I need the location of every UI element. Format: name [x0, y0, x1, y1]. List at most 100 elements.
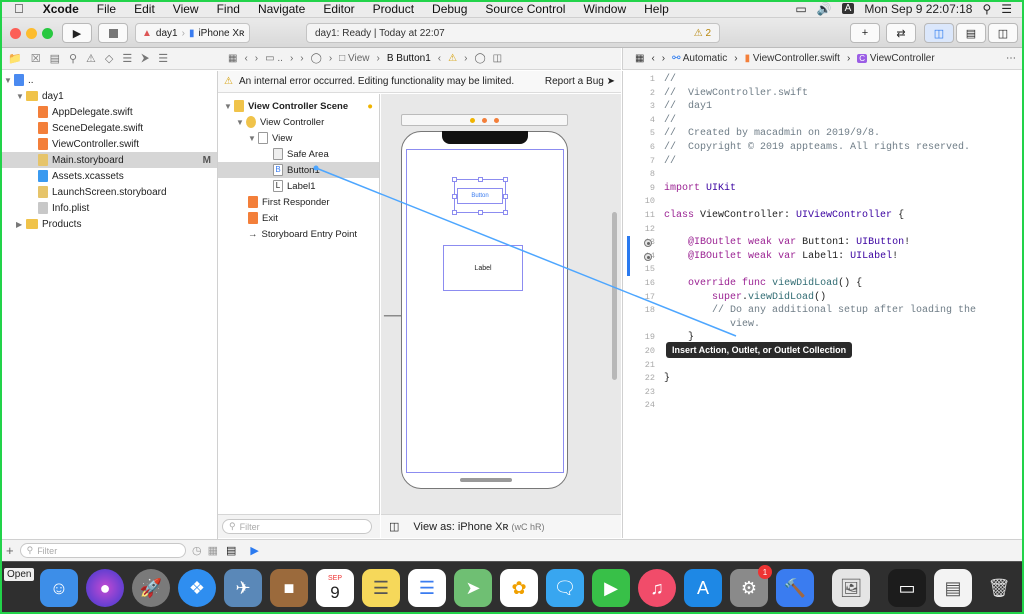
clock[interactable]: Mon Sep 9 22:07:18 [864, 2, 972, 16]
back-chevron-icon[interactable]: ‹ [651, 53, 654, 64]
navigator-filter-input[interactable]: ⚲ Filter [19, 543, 186, 558]
resize-handle[interactable] [452, 194, 457, 199]
recent-files-icon[interactable]: ◷ [192, 544, 202, 557]
nav-item-scenedelegate[interactable]: SceneDelegate.swift [0, 120, 217, 136]
outline-item-button1[interactable]: B Button1 [218, 162, 379, 178]
hide-debug-icon[interactable]: ▤ [226, 544, 236, 557]
back-chevron-icon[interactable]: ‹ [244, 53, 247, 64]
resize-handle[interactable] [452, 210, 457, 215]
find-navigator-icon[interactable]: ⚲ [69, 52, 77, 65]
breadcrumb-view[interactable]: □ View [339, 53, 369, 64]
system-preferences-icon[interactable]: ⚙ 1 [730, 565, 772, 607]
breakpoints-toggle-icon[interactable]: ▶ [250, 544, 258, 557]
volume-icon[interactable]: 🔊 [817, 2, 832, 16]
filter-options-icon[interactable]: ▦ [208, 544, 218, 557]
project-navigator-icon[interactable]: 📁 [8, 52, 22, 65]
stop-button[interactable] [98, 23, 128, 43]
nav-item-infoplist[interactable]: Info.plist [0, 200, 217, 216]
menu-editor[interactable]: Editor [314, 2, 363, 16]
test-navigator-icon[interactable]: ◇ [105, 52, 113, 65]
menu-source-control[interactable]: Source Control [476, 2, 574, 16]
breakpoint-navigator-icon[interactable]: ⮞ [141, 52, 149, 65]
nav-item-day1[interactable]: ▼ day1 [0, 88, 217, 104]
exit-dock-icon[interactable] [494, 117, 499, 123]
more-options-icon[interactable]: ⋯ [1006, 53, 1024, 64]
apple-menu-icon[interactable]:  [0, 1, 34, 16]
issue-navigator-icon[interactable]: ⚠ [86, 52, 96, 65]
user-badge[interactable]: A [841, 3, 855, 14]
messages-icon[interactable]: 🗨 [546, 569, 584, 607]
symbol-navigator-icon[interactable]: ▤ [50, 52, 60, 65]
canvas-button1[interactable]: Button [452, 177, 508, 215]
responder-dock-icon[interactable] [482, 117, 487, 123]
maps-icon[interactable]: ➤ [454, 569, 492, 607]
link-icon[interactable]: ◯ [474, 53, 485, 64]
facetime-icon[interactable]: ▶ [592, 569, 630, 607]
report-navigator-icon[interactable]: ☰ [158, 52, 168, 65]
outline-toggle-icon[interactable]: ◫ [389, 520, 399, 533]
outline-filter-input[interactable]: ⚲ Filter [222, 519, 372, 534]
launchpad-icon[interactable]: 🚀 [132, 569, 170, 607]
related-items-icon[interactable]: ▦ [228, 53, 237, 64]
next-issue-icon[interactable]: › [464, 53, 467, 64]
outline-item-entry-point[interactable]: → Storyboard Entry Point [218, 226, 379, 242]
canvas-scrollbar[interactable] [612, 212, 617, 380]
run-button[interactable]: ▶ [62, 23, 92, 43]
debug-navigator-icon[interactable]: ☰ [122, 52, 132, 65]
menu-app-name[interactable]: Xcode [34, 2, 88, 16]
nav-item-viewcontroller[interactable]: ViewController.swift [0, 136, 217, 152]
outline-item-scene[interactable]: ▼ View Controller Scene ● [218, 98, 379, 114]
resize-handle[interactable] [478, 210, 483, 215]
canvas-label1[interactable]: Label [443, 245, 523, 291]
menu-navigate[interactable]: Navigate [249, 2, 314, 16]
outlet-connection-dot[interactable] [644, 252, 652, 261]
zoom-window-button[interactable] [42, 28, 53, 39]
resize-handle[interactable] [478, 177, 483, 182]
photos-icon[interactable]: ✿ [500, 569, 538, 607]
breadcrumb-button[interactable]: B Button1 [387, 53, 431, 64]
resize-handle[interactable] [503, 177, 508, 182]
menu-window[interactable]: Window [574, 2, 635, 16]
code-review-button[interactable]: ⇄ [886, 23, 916, 43]
warning-indicator[interactable]: ⚠ 2 [694, 28, 719, 39]
file-breadcrumb[interactable]: ▮ ViewController.swift [745, 53, 840, 64]
trash-icon[interactable]: 🗑 [980, 569, 1018, 607]
nav-item-products[interactable]: ▶ Products [0, 216, 217, 232]
add-file-icon[interactable]: + [6, 543, 14, 558]
music-icon[interactable]: ♫ [638, 569, 676, 607]
reminders-icon[interactable]: ☰ [408, 569, 446, 607]
file-window-icon[interactable]: ▤ [934, 569, 972, 607]
app-store-icon[interactable]: A [684, 569, 722, 607]
toggle-navigator-button[interactable]: ◫ [924, 23, 954, 43]
nav-item-assets[interactable]: Assets.xcassets [0, 168, 217, 184]
menu-file[interactable]: File [88, 2, 125, 16]
prev-issue-icon[interactable]: ‹ [438, 53, 441, 64]
menu-help[interactable]: Help [635, 2, 678, 16]
warning-icon[interactable]: ⚠ [448, 53, 457, 64]
iphone-frame[interactable]: Button Label [401, 131, 568, 489]
folder-breadcrumb-icon[interactable]: ▭ .. [265, 53, 283, 64]
resize-handle[interactable] [503, 210, 508, 215]
add-editor-icon[interactable]: ◫ [493, 53, 502, 64]
vc-dock-icon[interactable] [470, 117, 475, 123]
close-window-button[interactable] [10, 28, 21, 39]
nav-item-root[interactable]: ▼.. [0, 72, 217, 88]
nav-item-appdelegate[interactable]: AppDelegate.swift [0, 104, 217, 120]
outline-item-exit[interactable]: Exit [218, 210, 379, 226]
siri-icon[interactable]: ● [86, 569, 124, 607]
related-items-icon[interactable]: ▦ [635, 53, 644, 64]
menu-debug[interactable]: Debug [423, 2, 476, 16]
outline-item-first-responder[interactable]: First Responder [218, 194, 379, 210]
scene-dock[interactable] [401, 114, 568, 126]
minimize-window-button[interactable] [26, 28, 37, 39]
symbol-breadcrumb[interactable]: C ViewController [857, 53, 935, 64]
nav-item-main-storyboard[interactable]: Main.storyboard M [0, 152, 217, 168]
toggle-inspector-button[interactable]: ◫ [988, 23, 1018, 43]
terminal-window-icon[interactable]: ▭ [888, 569, 926, 607]
automatic-breadcrumb[interactable]: ⚯ Automatic [672, 53, 727, 64]
scheme-selector[interactable]: ▲ day1 › ▮ iPhone Xʀ [135, 23, 250, 43]
library-button[interactable]: + [850, 23, 880, 43]
resize-handle[interactable] [503, 194, 508, 199]
resize-handle[interactable] [452, 177, 457, 182]
storyboard-canvas[interactable]: ⟶ Button Label [381, 94, 621, 514]
